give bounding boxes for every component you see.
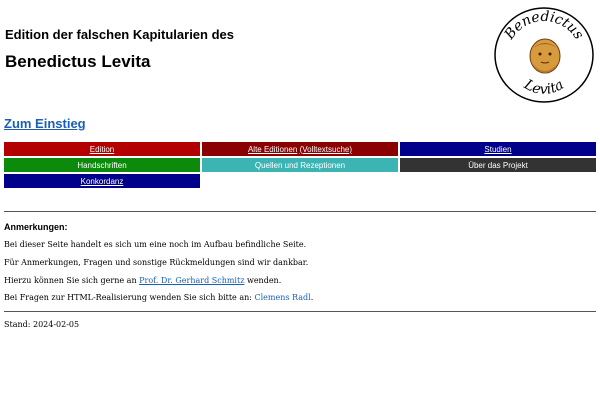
main-navigation: Edition Alte Editionen (Volltextsuche) S… xyxy=(4,142,596,188)
notes-line-4-prefix: Bei Fragen zur HTML-Realisierung wenden … xyxy=(4,293,255,302)
radl-contact-link[interactable]: Clemens Radl xyxy=(255,293,311,302)
nav-volltextsuche-link[interactable]: (Volltextsuche) xyxy=(300,145,352,154)
page-title-line1: Edition der falschen Kapitularien des xyxy=(5,27,234,42)
nav-cell-konkordanz: Konkordanz xyxy=(4,174,200,188)
notes-heading: Anmerkungen: xyxy=(4,222,68,232)
last-updated: Stand: 2024-02-05 xyxy=(4,320,80,329)
notes-line-2: Für Anmerkungen, Fragen und sonstige Rüc… xyxy=(4,258,309,267)
nav-cell-edition: Edition xyxy=(4,142,200,156)
notes-line-1: Bei dieser Seite handelt es sich um eine… xyxy=(4,240,307,249)
nav-handschriften-label: Handschriften xyxy=(77,160,127,170)
nav-ueber-label: Über das Projekt xyxy=(468,160,528,170)
schmitz-contact-link[interactable]: Prof. Dr. Gerhard Schmitz xyxy=(139,276,244,285)
nav-alte-editionen-link[interactable]: Alte Editionen xyxy=(248,145,297,154)
nav-cell-studien: Studien xyxy=(400,142,596,156)
divider-top xyxy=(4,211,596,212)
nav-quellen-label: Quellen und Rezeptionen xyxy=(254,160,346,170)
notes-line-3-prefix: Hierzu können Sie sich gerne an xyxy=(4,276,140,285)
notes-line-4: Bei Fragen zur HTML-Realisierung wenden … xyxy=(4,293,313,302)
nav-cell-ueber[interactable]: Über das Projekt xyxy=(400,158,596,172)
nav-cell-alte-editionen: Alte Editionen (Volltextsuche) xyxy=(202,142,398,156)
nav-cell-handschriften[interactable]: Handschriften xyxy=(4,158,200,172)
benedictus-levita-logo: Benedictus Levita xyxy=(494,7,594,103)
nav-studien-link[interactable]: Studien xyxy=(484,145,511,154)
notes-line-3-suffix: wenden. xyxy=(244,276,282,285)
nav-cell-quellen[interactable]: Quellen und Rezeptionen xyxy=(202,158,398,172)
zum-einstieg-link[interactable]: Zum Einstieg xyxy=(4,116,86,131)
notes-line-4-suffix: . xyxy=(310,293,314,302)
logo-head xyxy=(529,38,561,74)
nav-konkordanz-link[interactable]: Konkordanz xyxy=(81,177,124,186)
nav-edition-link[interactable]: Edition xyxy=(90,145,114,154)
page-title-line2: Benedictus Levita xyxy=(5,52,151,71)
notes-line-3: Hierzu können Sie sich gerne an Prof. Dr… xyxy=(4,276,281,285)
divider-bottom xyxy=(4,311,596,312)
